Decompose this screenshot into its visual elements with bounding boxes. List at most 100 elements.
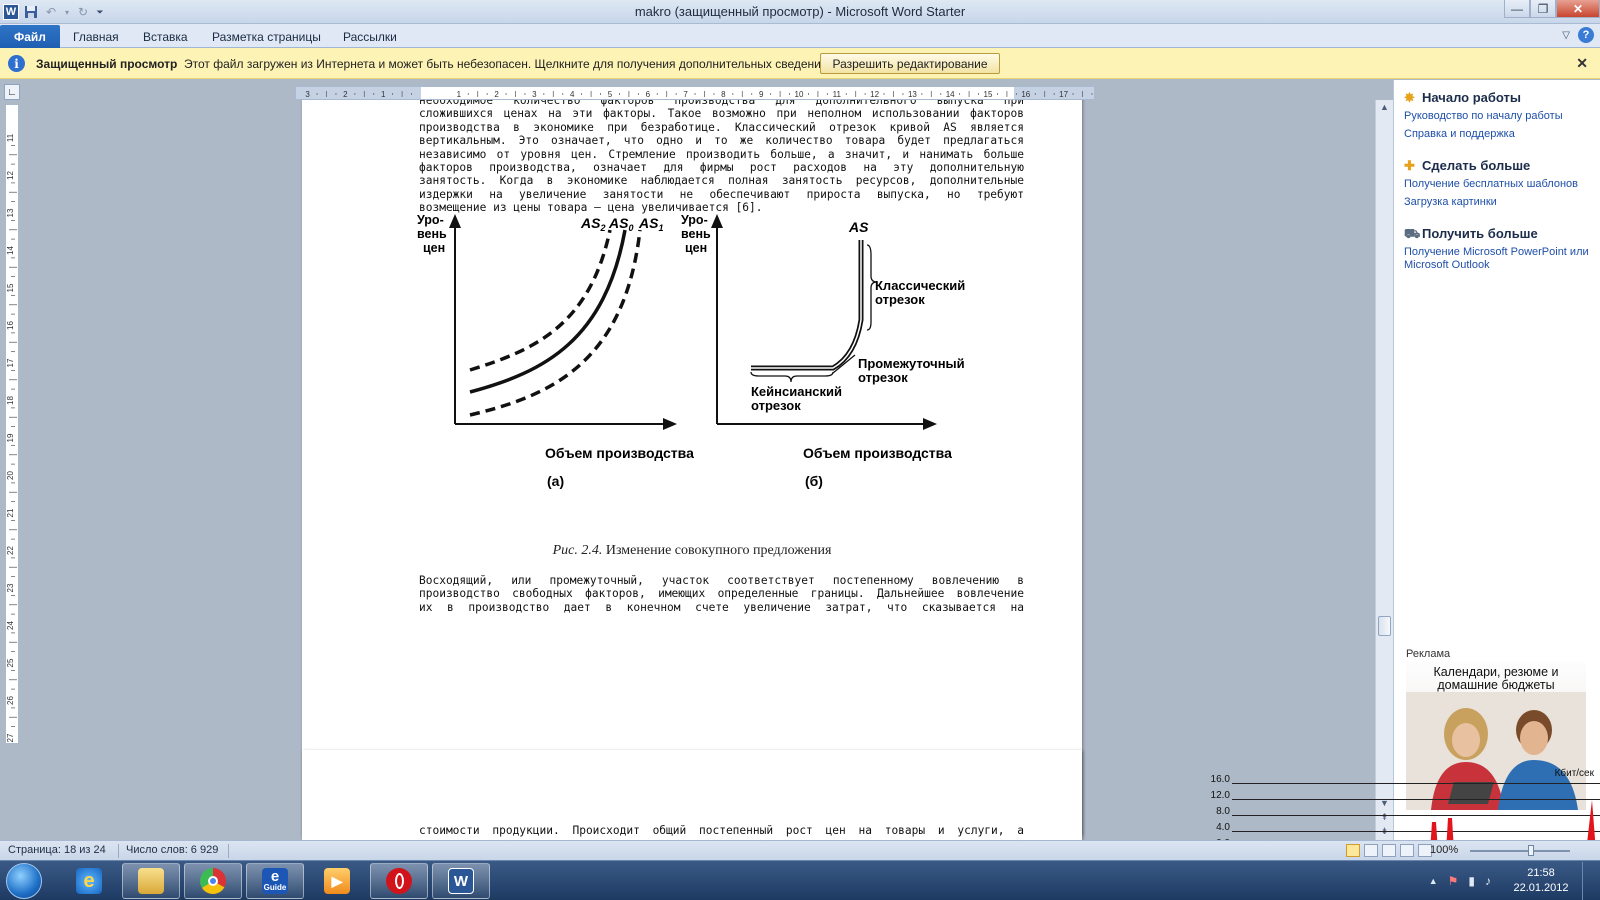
ruler-label: 16 (6, 321, 15, 330)
link-free-templates[interactable]: Получение бесплатных шаблонов (1404, 178, 1596, 191)
taskbar-media[interactable]: ▶ (308, 863, 366, 899)
text-line: занятость. Когда в экономике наблюдается… (419, 174, 1024, 188)
section-title: Сделать больше (1422, 158, 1531, 173)
text-line: стоимости продукции. Происходит общий по… (419, 824, 1024, 837)
curve-as2 (469, 229, 612, 372)
y-axis-label: вень (681, 227, 711, 241)
outline-icon[interactable] (1400, 844, 1414, 857)
advertisement[interactable]: Календари, резюме и домашние бюджеты (1406, 662, 1586, 810)
ad-label: Реклама (1406, 648, 1451, 660)
tab-file[interactable]: Файл (0, 25, 60, 48)
link-getting-started-guide[interactable]: Руководство по началу работы (1404, 110, 1596, 123)
figure-panel-a: Уро- вень цен Объем производства (а) AS2… (417, 213, 694, 489)
word-icon: W (448, 868, 474, 894)
print-layout-icon[interactable] (1346, 844, 1360, 857)
clock[interactable]: 21:58 22.01.2012 (1506, 866, 1576, 896)
taskbar-ie[interactable]: e (60, 863, 118, 899)
tab-home[interactable]: Главная (63, 28, 129, 46)
ruler-label: 5 (608, 90, 613, 99)
tab-mailings[interactable]: Рассылки (333, 28, 407, 46)
curve-label-as0: AS0 (608, 215, 633, 233)
vertical-scrollbar[interactable]: ▲ ▼ ⇞ ⇟ (1375, 100, 1393, 840)
link-get-office-apps[interactable]: Получение Microsoft PowerPoint или Micro… (1404, 246, 1596, 272)
start-button[interactable] (6, 863, 42, 899)
panel-label: (б) (805, 473, 823, 489)
protected-view-bar: i Защищенный просмотр Этот файл загружен… (0, 48, 1600, 79)
ruler-label: 13 (908, 90, 917, 99)
taskbar-word[interactable]: W (432, 863, 490, 899)
protected-view-message[interactable]: Этот файл загружен из Интернета и может … (184, 57, 831, 71)
web-layout-icon[interactable] (1382, 844, 1396, 857)
scroll-up-icon[interactable]: ▲ (1376, 100, 1393, 114)
curve-as0 (469, 229, 627, 394)
ruler-label: 11 (833, 90, 842, 99)
close-button[interactable]: ✕ (1556, 0, 1600, 18)
ruler-label: 23 (6, 583, 15, 592)
close-icon[interactable]: ✕ (1576, 55, 1588, 72)
tab-insert[interactable]: Вставка (133, 28, 198, 46)
horizontal-ruler[interactable]: 3 2 1 1 2 3 4 5 6 7 8 9 10 11 12 13 14 15 16 17 (295, 86, 1095, 100)
taskbar-chrome[interactable] (184, 863, 242, 899)
zoom-slider[interactable] (1470, 850, 1570, 852)
volume-icon[interactable]: ♪ (1485, 874, 1491, 888)
ruler-label: 2 (494, 90, 499, 99)
brace-keynesian (750, 371, 834, 383)
ruler-label: 19 (6, 433, 15, 442)
maximize-button[interactable]: ❐ (1530, 0, 1556, 18)
minimize-ribbon-icon[interactable]: ▽ (1562, 30, 1570, 41)
paragraph: стоимости продукции. Происходит общий по… (419, 824, 1024, 837)
ruler-label: 18 (6, 396, 15, 405)
curve-label-as: AS (848, 219, 869, 235)
ruler-label: 17 (1059, 90, 1068, 99)
action-center-icon[interactable]: ⚑ (1448, 874, 1459, 888)
word-count[interactable]: Число слов: 6 929 (126, 844, 218, 856)
taskbar-guide[interactable]: e Guide (246, 863, 304, 899)
text-line: вертикальным. Это означает, что одно и т… (419, 134, 1024, 148)
zoom-slider-thumb[interactable] (1528, 845, 1534, 856)
protected-view-title: Защищенный просмотр (36, 57, 178, 71)
text-line: производство свободных факторов, имеющих… (419, 587, 1024, 601)
tray-expand-icon[interactable]: ▲ (1429, 876, 1438, 886)
link-clip-art[interactable]: Загрузка картинки (1404, 196, 1596, 209)
scroll-down-icon[interactable]: ▼ (1376, 796, 1393, 810)
y-axis-label: цен (685, 241, 707, 255)
ruler-label: 12 (6, 171, 15, 180)
ruler-label: 1 (457, 90, 462, 99)
prev-page-icon[interactable]: ⇞ (1376, 810, 1393, 824)
view-buttons (1346, 844, 1432, 857)
ruler-label: 20 (6, 471, 15, 480)
segment-label-keynesian: Кейнсианский (751, 384, 842, 399)
ruler-label: 12 (870, 90, 879, 99)
ruler-label: 21 (6, 508, 15, 517)
figure-panel-b: Уро- вень цен Объем производства (б) AS … (681, 213, 965, 489)
taskbar-opera[interactable] (370, 863, 428, 899)
page-counter[interactable]: Страница: 18 из 24 (8, 844, 106, 856)
guide-icon: e Guide (262, 868, 288, 894)
ruler-label: 4 (570, 90, 575, 99)
power-icon[interactable]: ▮ (1468, 874, 1475, 888)
taskbar-explorer[interactable] (122, 863, 180, 899)
ruler-label: 6 (646, 90, 651, 99)
tab-selector[interactable]: ∟ (4, 84, 20, 100)
next-page-icon[interactable]: ⇟ (1376, 824, 1393, 838)
help-icon[interactable]: ? (1578, 27, 1594, 43)
scrollbar-thumb[interactable] (1378, 616, 1391, 636)
link-help-support[interactable]: Справка и поддержка (1404, 128, 1596, 141)
ruler-label: 16 (1021, 90, 1030, 99)
document-page[interactable]: необходимое количество факторов производ… (302, 100, 1082, 835)
document-area[interactable]: необходимое количество факторов производ… (24, 100, 1375, 840)
section-title: Начало работы (1422, 90, 1521, 105)
vertical-ruler[interactable]: 11 12 13 14 15 16 17 18 19 20 21 22 23 24 25 26 27 (5, 104, 19, 744)
zoom-level[interactable]: 100% (1430, 844, 1458, 856)
enable-editing-button[interactable]: Разрешить редактирование (820, 53, 1000, 74)
ruler-label: 27 (6, 733, 15, 742)
segment-label-keynesian: отрезок (751, 398, 801, 413)
opera-icon (386, 868, 412, 894)
full-screen-icon[interactable] (1364, 844, 1378, 857)
tab-page-layout[interactable]: Разметка страницы (202, 28, 331, 46)
show-desktop-button[interactable] (1582, 862, 1594, 900)
ribbon-tabs: Файл Главная Вставка Разметка страницы Р… (0, 24, 1600, 48)
document-page[interactable]: стоимости продукции. Происходит общий по… (302, 750, 1082, 840)
ruler-label: 22 (6, 546, 15, 555)
minimize-button[interactable]: — (1504, 0, 1530, 18)
